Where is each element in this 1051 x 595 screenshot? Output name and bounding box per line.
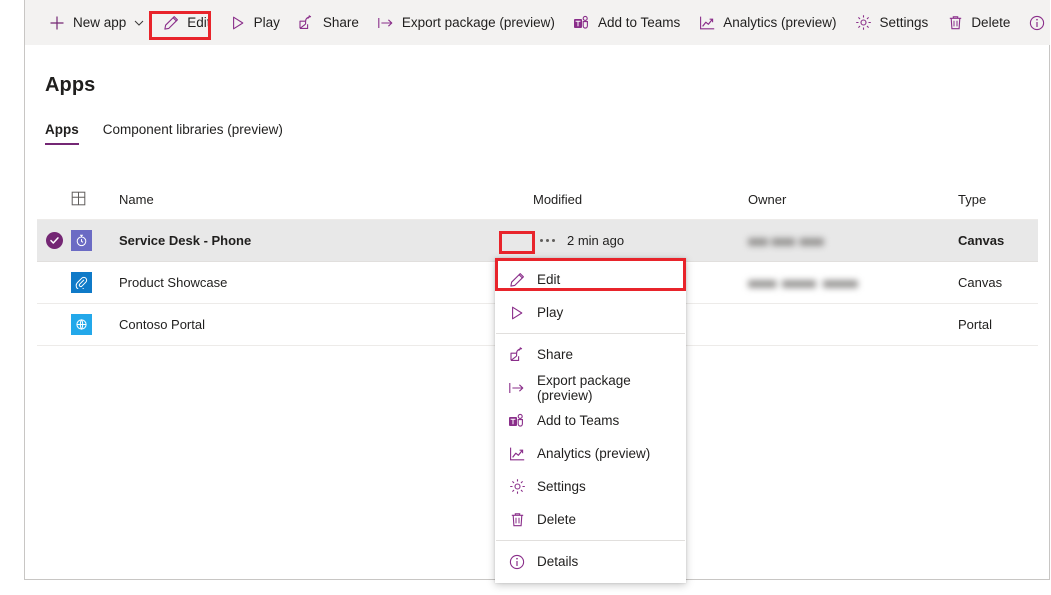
paperclip-app-icon: [71, 272, 92, 293]
pencil-icon: [162, 14, 180, 32]
context-menu-settings[interactable]: Settings: [496, 470, 685, 503]
row-app-name[interactable]: Contoso Portal: [107, 317, 533, 332]
row-app-icon-cell: [71, 230, 107, 251]
context-menu-analytics-label: Analytics (preview): [537, 446, 650, 461]
row-owner-cell: Maga Ruzan: [748, 233, 958, 248]
toolbar-export-package-label: Export package (preview): [402, 16, 555, 30]
context-menu-export-package[interactable]: Export package (preview): [496, 371, 685, 404]
ellipsis-dot: [552, 239, 555, 242]
grid-view-icon: [71, 191, 86, 209]
pencil-icon: [508, 271, 526, 289]
play-icon: [508, 304, 526, 322]
gear-icon: [508, 478, 526, 496]
toolbar-add-to-teams-button[interactable]: Add to Teams: [564, 6, 689, 40]
toolbar-add-to-teams-label: Add to Teams: [598, 16, 680, 30]
check-circle-icon: [46, 232, 63, 249]
header-owner[interactable]: Owner: [748, 192, 958, 207]
plus-icon: [48, 14, 66, 32]
tab-apps[interactable]: Apps: [45, 122, 79, 145]
context-menu-divider: [496, 333, 685, 334]
trash-icon: [508, 511, 526, 529]
toolbar-details-button[interactable]: Details: [1019, 6, 1051, 40]
header-modified[interactable]: Modified: [533, 192, 748, 207]
context-menu-edit-label: Edit: [537, 272, 560, 287]
pivot-tabs: Apps Component libraries (preview): [45, 122, 307, 145]
share-icon: [298, 14, 316, 32]
export-icon: [377, 14, 395, 32]
row-context-menu: Edit Play Share Export package (preview): [495, 258, 686, 583]
export-icon: [508, 379, 526, 397]
row-app-name[interactable]: Service Desk - Phone: [107, 233, 533, 248]
row-owner-redacted: MOD Administrator: [748, 275, 858, 290]
table-header-row: Name Modified Owner Type: [37, 180, 1038, 220]
play-icon: [229, 14, 247, 32]
toolbar-export-package-button[interactable]: Export package (preview): [368, 6, 564, 40]
share-icon: [508, 346, 526, 364]
row-type: Canvas: [958, 275, 1038, 290]
info-icon: [508, 553, 526, 571]
new-app-button[interactable]: New app: [39, 6, 153, 40]
context-menu-delete[interactable]: Delete: [496, 503, 685, 536]
new-app-label: New app: [73, 16, 126, 30]
row-app-icon-cell: [71, 272, 107, 293]
gear-icon: [855, 14, 873, 32]
context-menu-add-to-teams[interactable]: Add to Teams: [496, 404, 685, 437]
row-modified-text: 2 min ago: [567, 233, 624, 248]
context-menu-share[interactable]: Share: [496, 338, 685, 371]
toolbar-settings-button[interactable]: Settings: [846, 6, 938, 40]
toolbar-share-label: Share: [323, 16, 359, 30]
trash-icon: [946, 14, 964, 32]
analytics-icon: [698, 14, 716, 32]
stopwatch-app-icon: [71, 230, 92, 251]
context-menu-delete-label: Delete: [537, 512, 576, 527]
toolbar-analytics-label: Analytics (preview): [723, 16, 836, 30]
toolbar-share-button[interactable]: Share: [289, 6, 368, 40]
context-menu-details[interactable]: Details: [496, 545, 685, 578]
header-name[interactable]: Name: [107, 192, 533, 207]
page-title: Apps: [45, 74, 95, 97]
toolbar-delete-label: Delete: [971, 16, 1010, 30]
context-menu-play-label: Play: [537, 305, 563, 320]
table-row[interactable]: Service Desk - Phone 2 min ago Maga Ruza…: [37, 220, 1038, 262]
toolbar-settings-label: Settings: [880, 16, 929, 30]
toolbar-edit-button[interactable]: Edit: [153, 6, 219, 40]
context-menu-analytics[interactable]: Analytics (preview): [496, 437, 685, 470]
analytics-icon: [508, 445, 526, 463]
toolbar-play-button[interactable]: Play: [220, 6, 289, 40]
header-type[interactable]: Type: [958, 192, 1038, 207]
toolbar-play-label: Play: [254, 16, 280, 30]
teams-icon: [508, 412, 526, 430]
context-menu-share-label: Share: [537, 347, 573, 362]
row-type: Canvas: [958, 233, 1038, 248]
row-type: Portal: [958, 317, 1038, 332]
toolbar-delete-button[interactable]: Delete: [937, 6, 1019, 40]
context-menu-divider: [496, 540, 685, 541]
row-selection-checkbox[interactable]: [37, 232, 71, 249]
apps-list-page: New app Edit Play Share: [0, 0, 1051, 595]
row-app-icon-cell: [71, 314, 107, 335]
grid-view-toggle[interactable]: [71, 191, 107, 209]
context-menu-edit[interactable]: Edit: [496, 263, 685, 296]
globe-app-icon: [71, 314, 92, 335]
context-menu-details-label: Details: [537, 554, 578, 569]
command-bar: New app Edit Play Share: [25, 0, 1050, 45]
tab-component-libraries[interactable]: Component libraries (preview): [103, 122, 283, 145]
ellipsis-dot: [540, 239, 543, 242]
toolbar-analytics-button[interactable]: Analytics (preview): [689, 6, 845, 40]
info-icon: [1028, 14, 1046, 32]
toolbar-edit-label: Edit: [187, 16, 210, 30]
row-owner-redacted: Maga Ruzan: [748, 233, 824, 248]
chevron-down-icon[interactable]: [134, 18, 144, 28]
row-app-name[interactable]: Product Showcase: [107, 275, 533, 290]
row-more-actions-button[interactable]: [533, 231, 561, 251]
context-menu-export-package-label: Export package (preview): [537, 373, 673, 403]
teams-icon: [573, 14, 591, 32]
ellipsis-dot: [546, 239, 549, 242]
context-menu-add-to-teams-label: Add to Teams: [537, 413, 619, 428]
row-modified-cell: 2 min ago: [533, 231, 748, 251]
context-menu-play[interactable]: Play: [496, 296, 685, 329]
context-menu-settings-label: Settings: [537, 479, 586, 494]
row-owner-cell: MOD Administrator: [748, 275, 958, 290]
